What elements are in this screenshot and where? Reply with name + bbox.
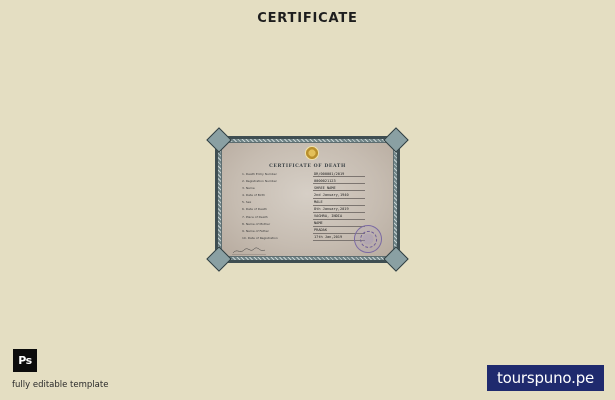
field-label: 7. Place of Death <box>242 214 268 219</box>
field-label: 5. Sex <box>242 200 252 205</box>
field-value: 0000021123 <box>314 178 336 183</box>
field-underline <box>313 190 365 192</box>
field-value: DR/000001/2019 <box>314 171 345 176</box>
signature-icon <box>232 247 266 255</box>
certificate-paper: CERTIFICATE OF DEATH 1. Death Entry Numb… <box>221 142 394 257</box>
field-label: 10. Date of Registration <box>242 235 278 240</box>
page-title: CERTIFICATE <box>257 11 358 26</box>
field-value: NAME <box>314 221 323 226</box>
certificate-preview: CERTIFICATE OF DEATH 1. Death Entry Numb… <box>206 127 409 272</box>
field-label: 4. Date of Birth <box>242 193 265 198</box>
brand-logo[interactable]: tourspuno.pe <box>487 365 604 391</box>
field-label: 3. Name <box>242 186 255 191</box>
field-underline <box>313 183 365 185</box>
field-value: 8th January,2019 <box>314 206 349 211</box>
field-value: PRADAK <box>314 228 327 233</box>
field-label: 1. Death Entry Number <box>242 172 277 176</box>
field-underline <box>313 197 365 199</box>
photoshop-icon: Ps <box>13 349 37 372</box>
field-underline <box>313 176 365 178</box>
field-value: VAGHRA, INDIA <box>314 214 343 219</box>
field-value: 17th Jan,2019 <box>314 235 343 240</box>
field-label: 9. Name of Father <box>242 228 269 233</box>
field-label: 8. Name of Mother <box>242 221 271 226</box>
emblem-icon <box>305 146 319 160</box>
field-underline <box>313 211 365 213</box>
certificate-title: CERTIFICATE OF DEATH <box>269 164 346 169</box>
field-value: 2nd January,1940 <box>314 192 349 197</box>
field-value: SHREE NAME <box>314 185 336 190</box>
field-label: 2. Registration Number <box>242 179 277 184</box>
field-underline <box>313 218 365 220</box>
field-underline <box>313 225 365 227</box>
certificate-ornamental-border: CERTIFICATE OF DEATH 1. Death Entry Numb… <box>206 127 409 272</box>
field-underline <box>313 204 365 206</box>
template-caption: fully editable template <box>12 380 109 390</box>
field-label: 6. Date of Death <box>242 207 267 212</box>
field-value: MALE <box>314 199 323 204</box>
